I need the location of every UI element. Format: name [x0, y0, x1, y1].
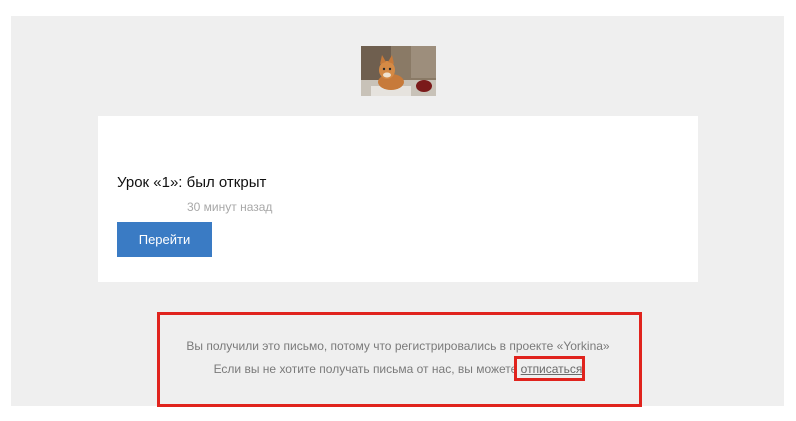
page: Урок «1»: был открыт 30 минут назад Пере…	[0, 0, 796, 421]
notification-card: Урок «1»: был открыт 30 минут назад Пере…	[98, 116, 698, 282]
cat-photo-logo	[361, 46, 436, 96]
lesson-title: Урок «1»: был открыт	[117, 174, 267, 191]
go-button[interactable]: Перейти	[117, 222, 212, 257]
timestamp: 30 минут назад	[187, 200, 273, 214]
unsubscribe-highlight-box	[514, 356, 585, 381]
